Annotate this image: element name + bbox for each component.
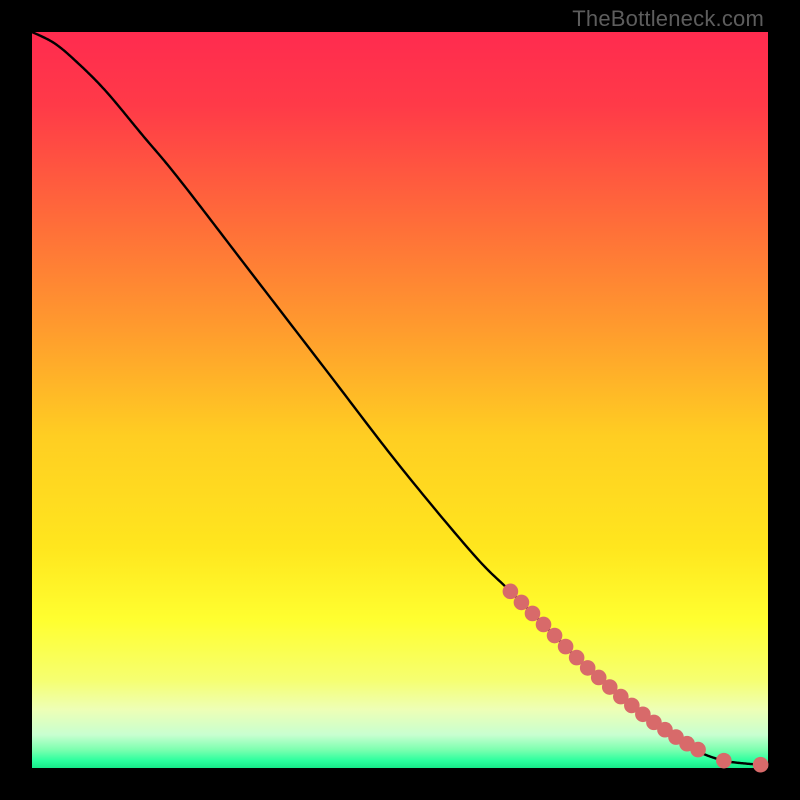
plot-background bbox=[32, 32, 768, 768]
data-point bbox=[547, 628, 563, 644]
data-point bbox=[503, 584, 519, 600]
data-point bbox=[514, 595, 530, 611]
data-point bbox=[690, 742, 706, 758]
chart-canvas bbox=[0, 0, 800, 800]
data-point bbox=[558, 639, 574, 655]
watermark-text: TheBottleneck.com bbox=[572, 6, 764, 32]
data-point bbox=[536, 617, 552, 633]
chart-frame: TheBottleneck.com bbox=[0, 0, 800, 800]
data-point bbox=[525, 606, 541, 622]
data-point bbox=[753, 757, 769, 773]
data-point bbox=[716, 753, 732, 769]
